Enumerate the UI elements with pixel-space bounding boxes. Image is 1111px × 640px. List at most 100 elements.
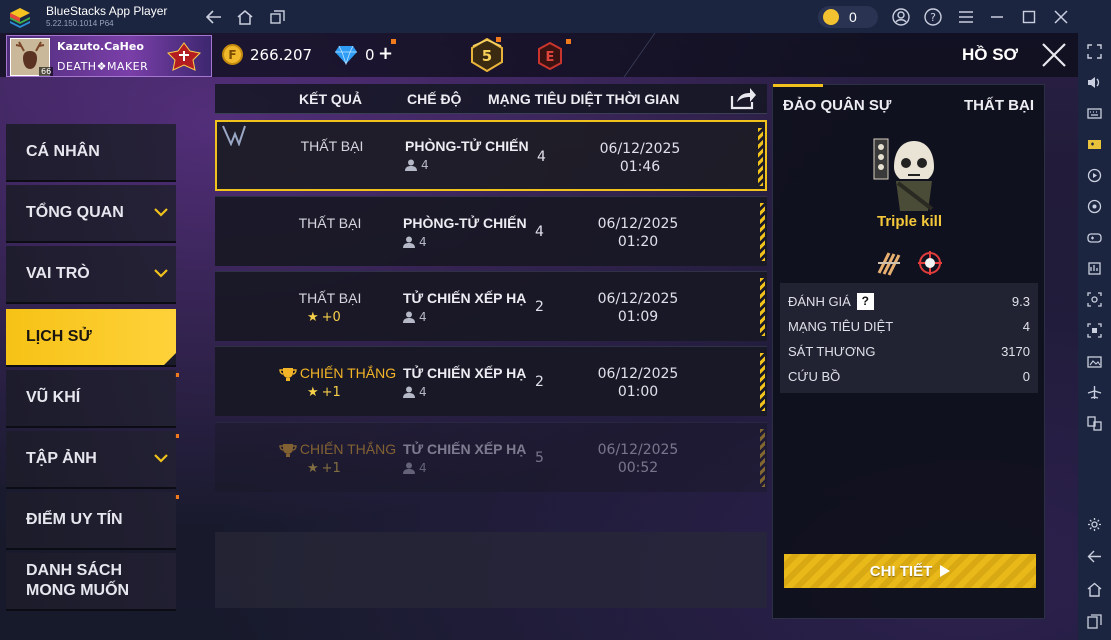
level-badge-text: 5 [482,47,492,65]
skull-character-icon [873,138,934,211]
menu-item-label: TẬP ẢNH [26,450,97,467]
chevron-down-icon [154,208,168,217]
claw-badge-icon [877,252,901,276]
person-icon [405,159,417,171]
details-button[interactable]: CHI TIẾT [784,554,1036,588]
app-title: BlueStacks App Player [46,4,168,18]
android-home-icon[interactable] [1086,581,1103,598]
match-result: CHIẾN THẮNG [299,365,397,381]
rank-points-value: +0 [321,310,341,325]
diamond-icon [335,45,357,65]
media-folder-icon[interactable] [1086,353,1103,370]
level-badge-icon[interactable]: 5 [470,38,504,72]
stat-label: MẠNG TIÊU DIỆT [788,318,894,334]
match-row[interactable]: CHIẾN THẮNG ★ +1 TỬ CHIẾN XẾP HẠ 4 5 06/… [215,422,767,492]
guild-name: DEATH❖MAKER [57,60,149,73]
match-row[interactable]: THẤT BẠI ★ +0 TỬ CHIẾN XẾP HẠ 4 2 06/12/… [215,271,767,341]
match-datetime: 06/12/2025 01:20 [585,215,691,251]
diamond-value: 0 [365,46,375,64]
menu-item-overview[interactable]: TỔNG QUAN [6,185,176,243]
star-icon: ★ [307,385,319,400]
menu-item-reputation[interactable]: ĐIỂM UY TÍN [6,492,176,550]
rank-points: ★ +0 [307,310,341,325]
match-result: THẤT BẠI [300,138,364,154]
menu-item-weapons[interactable]: VŨ KHÍ [6,370,176,428]
menu-item-wishlist[interactable]: DANH SÁCH MONG MUỐN [6,553,176,611]
column-result: KẾT QUẢ [299,91,362,107]
game-controls-icon[interactable] [1086,136,1103,153]
elite-badge-text: E [546,50,555,65]
screenshot-icon[interactable] [1086,291,1103,308]
coin-balance[interactable]: 0 [818,6,878,28]
stat-kills: MẠNG TIÊU DIỆT 4 [788,316,1030,336]
elite-pass-icon[interactable]: E [537,42,563,70]
menu-item-label: TỔNG QUAN [26,204,124,221]
share-icon[interactable] [730,86,756,110]
match-datetime: 06/12/2025 01:00 [585,365,691,401]
menu-icon[interactable] [955,6,977,28]
match-result: CHIẾN THẮNG [299,441,397,457]
match-row[interactable]: THẤT BẠI PHÒNG-TỬ CHIẾN 4 4 06/12/2025 01… [215,120,767,191]
keyboard-controls-icon[interactable] [1086,105,1103,122]
match-date: 06/12/2025 [597,291,679,307]
account-icon[interactable] [890,6,912,28]
stat-value: 9.3 [1011,293,1030,309]
menu-item-roles[interactable]: VAI TRÒ [6,246,176,304]
fullscreen-icon[interactable] [1086,43,1103,60]
macro-icon[interactable] [1086,167,1103,184]
match-players: 4 [403,235,427,249]
multi-window-icon[interactable] [1086,415,1103,432]
gold-coin-icon: F [222,44,243,65]
match-kills: 2 [535,299,544,315]
recent-apps-icon[interactable] [1086,613,1103,630]
match-kills: 2 [535,374,544,390]
maximize-icon[interactable] [1018,6,1040,28]
match-players: 4 [403,461,427,475]
help-circle-icon[interactable]: ? [922,6,944,28]
match-datetime: 06/12/2025 01:09 [585,290,691,326]
gamepad-icon[interactable] [1086,229,1103,246]
person-icon [403,311,415,323]
player-card[interactable]: 66 Kazuto.CaHeo DEATH❖MAKER [6,35,212,77]
row-stripe [760,278,765,336]
stat-damage: SÁT THƯƠNG 3170 [788,341,1030,361]
rotate-icon[interactable] [1086,198,1103,215]
elite-notification-dot [566,39,571,44]
match-time: 00:52 [617,460,659,476]
match-row[interactable]: CHIẾN THẮNG ★ +1 TỬ CHIẾN XẾP HẠ 4 2 06/… [215,346,767,416]
headshot-badge-icon [918,251,942,275]
match-detail-panel: ĐẢO QUÂN SỰ THẤT BẠI Triple kill ĐÁNH GI… [772,84,1045,619]
row-stripe [760,429,765,487]
menu-item-history[interactable]: LỊCH SỬ [6,309,176,367]
record-icon[interactable] [1086,322,1103,339]
achievement-title: Triple kill [876,213,943,230]
settings-icon[interactable] [1086,516,1103,533]
menu-item-album[interactable]: TẬP ẢNH [6,431,176,489]
android-back-icon[interactable] [1086,548,1103,565]
match-datetime: 06/12/2025 01:46 [587,140,693,176]
rank-points-value: +1 [321,461,341,476]
topup-button[interactable]: + [378,43,393,64]
volume-icon[interactable] [1086,74,1103,91]
menu-item-personal[interactable]: CÁ NHÂN [6,124,176,182]
match-mode: PHÒNG-TỬ CHIẾN [403,215,527,231]
help-icon[interactable]: ? [856,292,874,310]
airplane-mode-icon[interactable] [1086,384,1103,401]
home-icon[interactable] [234,6,256,28]
coin-icon [823,9,839,25]
minimize-icon[interactable] [986,6,1008,28]
match-mode: TỬ CHIẾN XẾP HẠ [403,441,527,457]
back-icon[interactable] [203,6,225,28]
svg-text:?: ? [930,11,936,24]
window-close-icon[interactable] [1050,6,1072,28]
match-row[interactable]: THẤT BẠI PHÒNG-TỬ CHIẾN 4 4 06/12/2025 01… [215,196,767,266]
row-stripe [760,203,765,261]
apk-install-icon[interactable] [1086,260,1103,277]
close-icon[interactable] [1040,41,1068,69]
match-kills: 4 [535,224,544,240]
wishlist-line-2: MONG MUỐN [26,582,130,599]
stat-rating: ĐÁNH GIÁ? 9.3 [788,291,1030,311]
match-date: 06/12/2025 [597,366,679,382]
multi-instance-icon[interactable] [266,6,288,28]
row-stripe [758,128,763,186]
